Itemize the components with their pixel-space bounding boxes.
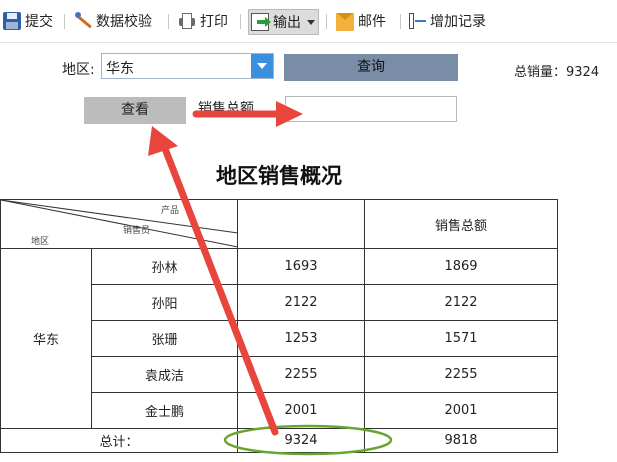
- toolbar-divider: [400, 14, 401, 29]
- export-label: 输出: [273, 15, 301, 31]
- salesperson-cell: 张珊: [91, 320, 238, 357]
- export-button[interactable]: 输出: [248, 9, 319, 35]
- diagonal-header-cell: 产品 销售员 地区: [0, 199, 238, 249]
- add-record-button[interactable]: 增加记录: [408, 9, 486, 33]
- quantity-cell: 2122: [237, 284, 365, 321]
- envelope-icon: [336, 13, 354, 31]
- salesperson-cell: 袁成洁: [91, 356, 238, 393]
- sales-total-input[interactable]: [285, 96, 457, 122]
- save-icon: [3, 12, 21, 30]
- mail-button[interactable]: 邮件: [336, 9, 386, 33]
- region-select-value: 华东: [106, 61, 134, 77]
- total-cell: 1571: [364, 320, 558, 357]
- validate-label: 数据校验: [96, 14, 152, 30]
- header-product: 产品: [161, 206, 180, 216]
- table-row: 华东 孙林 1693 1869: [0, 248, 558, 429]
- submit-button[interactable]: 提交: [3, 9, 53, 33]
- quantity-cell: 2001: [237, 392, 365, 429]
- footer-label-cell: 总计：: [0, 428, 238, 453]
- printer-icon: [178, 12, 196, 30]
- table-header-row: 产品 销售员 地区 销售总额: [0, 199, 558, 249]
- region-select[interactable]: 华东: [101, 53, 274, 79]
- salesperson-cell: 孙阳: [91, 284, 238, 321]
- dropdown-arrow-icon[interactable]: [251, 54, 273, 78]
- header-col3: 销售总额: [364, 199, 558, 249]
- header-col2: [237, 199, 365, 249]
- total-cell: 2255: [364, 356, 558, 393]
- header-region: 地区: [31, 237, 50, 247]
- footer-quantity-cell: 9324: [237, 428, 365, 453]
- print-button[interactable]: 打印: [178, 9, 228, 33]
- toolbar-divider: [240, 14, 241, 29]
- header-salesperson: 销售员: [123, 226, 151, 236]
- quantity-cell: 1693: [237, 248, 365, 285]
- submit-label: 提交: [25, 14, 53, 30]
- footer-total-cell: 9818: [364, 428, 558, 453]
- total-cell: 2001: [364, 392, 558, 429]
- chevron-down-icon[interactable]: [307, 19, 315, 25]
- sales-total-label: 销售总额: [198, 101, 254, 117]
- print-label: 打印: [200, 14, 228, 30]
- salesperson-cell: 孙林: [91, 248, 238, 285]
- query-button[interactable]: 查询: [284, 54, 458, 81]
- add-record-label: 增加记录: [430, 14, 486, 30]
- total-cell: 1869: [364, 248, 558, 285]
- add-record-icon: [408, 12, 426, 30]
- salesperson-cell: 金士鹏: [91, 392, 238, 429]
- toolbar-divider: [168, 14, 169, 29]
- magic-wand-icon: [74, 12, 92, 30]
- quantity-cell: 1253: [237, 320, 365, 357]
- region-cell: 华东: [0, 248, 92, 429]
- mail-label: 邮件: [358, 14, 386, 30]
- total-sales-text: 总销量：9324: [514, 65, 600, 80]
- region-label: 地区:: [62, 62, 95, 78]
- export-icon: [251, 13, 271, 31]
- toolbar: 提交 数据校验 打印 输出 邮件 增加记录: [0, 0, 617, 43]
- report-title: 地区销售概况: [216, 163, 342, 188]
- sales-report-table: 产品 销售员 地区 销售总额 华东 孙林 1693 1869 孙阳 2122 2…: [0, 199, 558, 453]
- quantity-cell: 2255: [237, 356, 365, 393]
- validate-button[interactable]: 数据校验: [74, 9, 152, 33]
- toolbar-divider: [64, 14, 65, 29]
- table-footer-row: 总计： 9324 9818: [0, 428, 558, 453]
- toolbar-divider: [326, 14, 327, 29]
- total-cell: 2122: [364, 284, 558, 321]
- view-button[interactable]: 查看: [84, 97, 186, 124]
